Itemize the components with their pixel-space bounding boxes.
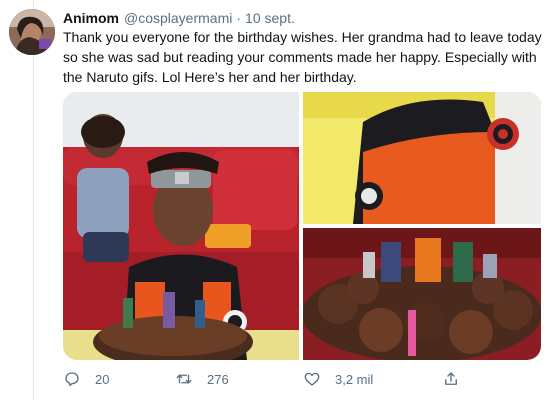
like-button[interactable]: 3,2 mil (303, 368, 373, 390)
share-icon (445, 372, 457, 385)
thread-line (33, 0, 34, 400)
separator: · (236, 10, 242, 26)
author-name[interactable]: Animom (63, 10, 119, 26)
tweet-text: Thank you everyone for the birthday wish… (63, 29, 542, 85)
like-icon (304, 372, 320, 386)
reply-icon (65, 372, 79, 387)
retweet-count: 276 (207, 371, 229, 387)
photo-costume-closeup[interactable] (303, 92, 541, 224)
media-grid (63, 92, 541, 360)
share-button[interactable] (442, 368, 460, 390)
reply-count: 20 (95, 371, 110, 387)
action-bar: 20 276 3,2 mil (63, 368, 543, 390)
tweet-date[interactable]: 10 sept. (245, 10, 295, 26)
retweet-button[interactable]: 276 (175, 368, 229, 390)
like-count: 3,2 mil (335, 371, 374, 387)
avatar[interactable] (9, 9, 55, 55)
reply-button[interactable]: 20 (63, 368, 109, 390)
photo-kids-on-couch[interactable] (63, 92, 299, 360)
retweet-icon (176, 374, 192, 384)
photo-cupcake-cake[interactable] (302, 228, 541, 360)
author-handle[interactable]: @cosplayermami (124, 10, 232, 26)
